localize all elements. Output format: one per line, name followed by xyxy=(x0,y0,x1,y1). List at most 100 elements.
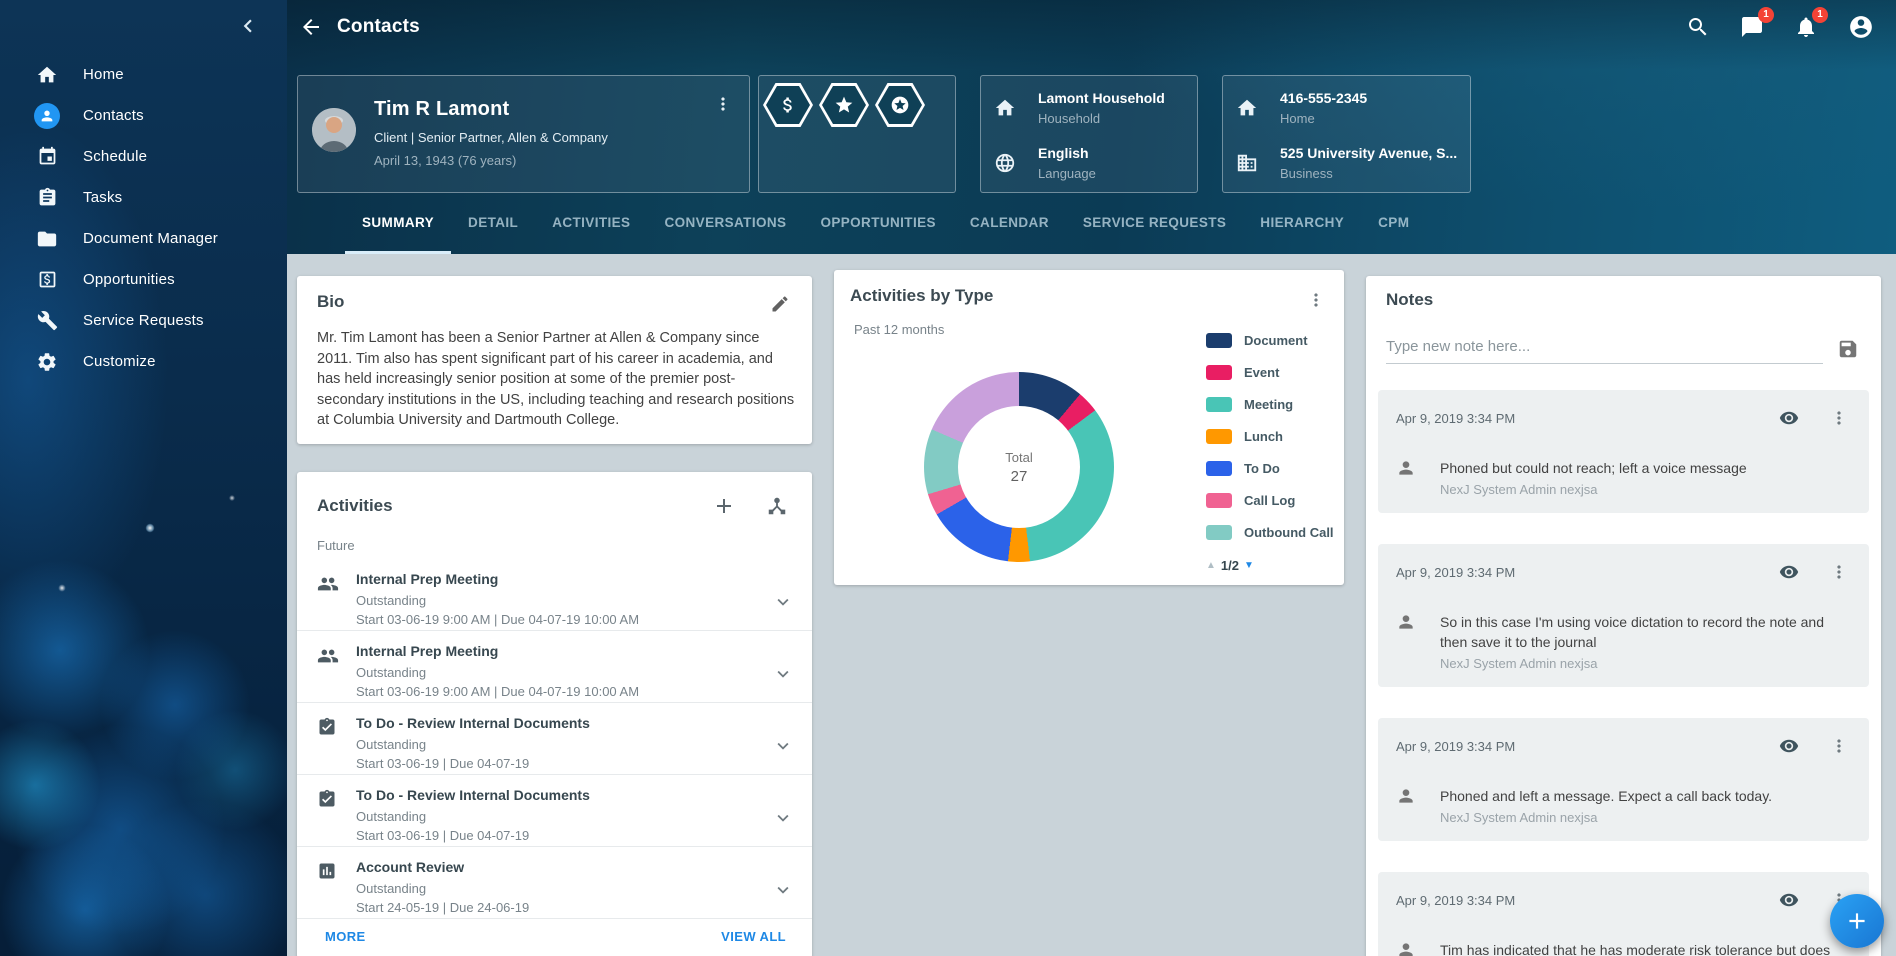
contacts-icon xyxy=(34,103,60,129)
note-menu-button[interactable] xyxy=(1825,404,1853,432)
folder-icon xyxy=(34,226,60,252)
pager-down-arrow[interactable]: ▼ xyxy=(1244,560,1254,571)
legend-label: Event xyxy=(1244,365,1279,380)
left-column: Bio Mr. Tim Lamont has been a Senior Par… xyxy=(297,276,812,956)
sidebar-item-contacts[interactable]: Contacts xyxy=(0,95,287,136)
kebab-icon xyxy=(1829,736,1849,756)
legend-label: To Do xyxy=(1244,461,1280,476)
view-all-button[interactable]: VIEW ALL xyxy=(721,929,786,944)
profile-menu-button[interactable] xyxy=(709,90,737,118)
sidebar-item-tasks[interactable]: Tasks xyxy=(0,177,287,218)
back-arrow-icon xyxy=(299,15,323,39)
search-button[interactable] xyxy=(1682,11,1714,43)
activity-item[interactable]: Account Review Outstanding Start 24-05-1… xyxy=(297,847,812,919)
note-date: Apr 9, 2019 3:34 PM xyxy=(1396,893,1515,908)
sidebar-item-customize[interactable]: Customize xyxy=(0,341,287,382)
badge-stars[interactable] xyxy=(875,83,925,127)
note-visibility-button[interactable] xyxy=(1775,732,1803,760)
donut-total-value: 27 xyxy=(1011,468,1028,485)
home-icon xyxy=(1236,97,1258,119)
tab-summary[interactable]: SUMMARY xyxy=(345,193,451,254)
profile-card: Tim R Lamont Client | Senior Partner, Al… xyxy=(297,75,750,193)
legend-swatch xyxy=(1206,461,1232,476)
expand-activity-button[interactable] xyxy=(772,645,794,702)
tasks-icon xyxy=(34,185,60,211)
note-input[interactable] xyxy=(1386,334,1823,364)
more-button[interactable]: MORE xyxy=(325,929,366,944)
tab-opportunities[interactable]: OPPORTUNITIES xyxy=(803,193,952,254)
note-date: Apr 9, 2019 3:34 PM xyxy=(1396,411,1515,426)
sidebar-collapse-button[interactable] xyxy=(235,13,261,39)
chart-menu-button[interactable] xyxy=(1302,286,1330,314)
activity-item[interactable]: Internal Prep Meeting Outstanding Start … xyxy=(297,559,812,631)
note-visibility-button[interactable] xyxy=(1775,886,1803,914)
pager-label: 1/2 xyxy=(1221,558,1239,573)
legend-item: Event xyxy=(1206,356,1334,388)
expand-activity-button[interactable] xyxy=(772,573,794,630)
eye-icon xyxy=(1779,736,1799,756)
app-root: Home Contacts Schedule Tasks Document Ma… xyxy=(0,0,1896,956)
badge-star[interactable] xyxy=(819,83,869,127)
kebab-icon xyxy=(1829,408,1849,428)
tab-hierarchy[interactable]: HIERARCHY xyxy=(1243,193,1361,254)
legend-item: Outbound Call xyxy=(1206,516,1334,548)
tab-detail[interactable]: DETAIL xyxy=(451,193,535,254)
note-visibility-button[interactable] xyxy=(1775,404,1803,432)
note-item: Apr 9, 2019 3:34 PM Phoned but could not… xyxy=(1378,390,1869,513)
wrench-icon xyxy=(34,308,60,334)
activity-title: Internal Prep Meeting xyxy=(356,571,772,587)
activity-title: To Do - Review Internal Documents xyxy=(356,787,772,803)
notifications-button[interactable]: 1 xyxy=(1790,11,1822,43)
household-row: Lamont Household Household xyxy=(994,86,1197,130)
tab-activities[interactable]: ACTIVITIES xyxy=(535,193,647,254)
messages-button[interactable]: 1 xyxy=(1736,11,1768,43)
expand-activity-button[interactable] xyxy=(772,717,794,774)
add-note-fab[interactable] xyxy=(1830,894,1884,948)
sidebar-item-label: Customize xyxy=(83,353,156,370)
bio-text: Mr. Tim Lamont has been a Senior Partner… xyxy=(317,328,795,431)
activity-item[interactable]: Internal Prep Meeting Outstanding Start … xyxy=(297,631,812,703)
profile-role: Client | Senior Partner, Allen & Company xyxy=(374,130,608,145)
tab-calendar[interactable]: CALENDAR xyxy=(953,193,1066,254)
task-icon xyxy=(317,789,339,846)
tab-cpm[interactable]: CPM xyxy=(1361,193,1426,254)
notes-title: Notes xyxy=(1366,290,1881,310)
note-menu-button[interactable] xyxy=(1825,558,1853,586)
expand-activity-button[interactable] xyxy=(772,789,794,846)
badges-card xyxy=(758,75,956,193)
donut-center: Total 27 xyxy=(958,406,1080,528)
activity-item[interactable]: To Do - Review Internal Documents Outsta… xyxy=(297,775,812,847)
chevron-left-icon xyxy=(235,13,261,39)
sidebar-item-document-manager[interactable]: Document Manager xyxy=(0,218,287,259)
add-activity-button[interactable] xyxy=(708,490,740,522)
account-button[interactable] xyxy=(1844,10,1878,44)
sidebar-item-schedule[interactable]: Schedule xyxy=(0,136,287,177)
chart-legend: Document Event Meeting Lunch xyxy=(1206,324,1334,548)
note-text: Tim has indicated that he has moderate r… xyxy=(1440,940,1853,956)
address-row: 525 University Avenue, S... Business xyxy=(1236,141,1470,185)
sidebar-item-home[interactable]: Home xyxy=(0,54,287,95)
note-item: Apr 9, 2019 3:34 PM Phoned and left a me… xyxy=(1378,718,1869,841)
sidebar-item-opportunities[interactable]: Opportunities xyxy=(0,259,287,300)
plus-icon xyxy=(1844,908,1870,934)
profile-text: Tim R Lamont Client | Senior Partner, Al… xyxy=(374,98,608,192)
tab-service-requests[interactable]: SERVICE REQUESTS xyxy=(1066,193,1243,254)
note-menu-button[interactable] xyxy=(1825,732,1853,760)
expand-activity-button[interactable] xyxy=(772,861,794,918)
back-button[interactable] xyxy=(295,11,327,43)
opportunities-icon xyxy=(34,267,60,293)
activity-item[interactable]: To Do - Review Internal Documents Outsta… xyxy=(297,703,812,775)
person-icon xyxy=(1396,612,1418,671)
badge-dollar[interactable] xyxy=(763,83,813,127)
edit-bio-button[interactable] xyxy=(766,290,794,318)
tab-conversations[interactable]: CONVERSATIONS xyxy=(647,193,803,254)
hierarchy-view-button[interactable] xyxy=(762,490,792,522)
header-cards: Tim R Lamont Client | Senior Partner, Al… xyxy=(297,75,1896,193)
note-author: NexJ System Admin nexjsa xyxy=(1440,810,1772,825)
pager-up-arrow[interactable]: ▲ xyxy=(1206,560,1216,571)
note-visibility-button[interactable] xyxy=(1775,558,1803,586)
save-note-button[interactable] xyxy=(1837,338,1859,360)
kebab-icon xyxy=(1306,290,1326,310)
activity-dates: Start 03-06-19 9:00 AM | Due 04-07-19 10… xyxy=(356,684,772,699)
sidebar-item-service-requests[interactable]: Service Requests xyxy=(0,300,287,341)
